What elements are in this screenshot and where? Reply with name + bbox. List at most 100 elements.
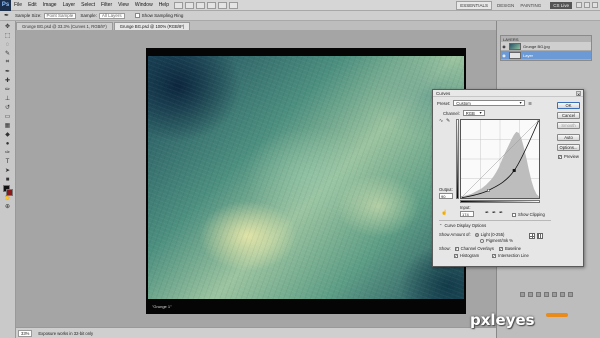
show-label: Show: xyxy=(439,246,451,251)
light-radio[interactable] xyxy=(474,232,479,237)
history-brush-tool-icon[interactable]: ↺ xyxy=(3,104,13,111)
arrange-documents-button[interactable] xyxy=(217,1,227,9)
brush-tool-icon[interactable]: ✏ xyxy=(3,86,13,93)
eraser-tool-icon[interactable]: ▭ xyxy=(3,113,13,120)
blur-tool-icon[interactable]: ◆ xyxy=(3,131,13,138)
target-adjustment-hand-icon[interactable]: ☝ xyxy=(441,211,447,216)
crop-tool-icon[interactable]: ⌗ xyxy=(3,59,13,66)
clone-stamp-tool-icon[interactable]: ⊥ xyxy=(3,95,13,102)
trash-icon[interactable] xyxy=(568,292,573,297)
menu-view[interactable]: View xyxy=(115,2,132,8)
minibridge-button[interactable] xyxy=(184,1,194,9)
options-button[interactable]: Options... xyxy=(557,144,580,151)
visibility-eye-icon[interactable]: ◉ xyxy=(501,53,507,58)
close-icon[interactable]: ✕ xyxy=(576,91,581,97)
dodge-tool-icon[interactable]: ● xyxy=(3,140,13,147)
curves-graph[interactable] xyxy=(459,118,541,200)
detailed-grid-icon[interactable] xyxy=(537,233,543,239)
cs-live-button[interactable]: CS Live xyxy=(550,1,572,9)
new-layer-icon[interactable] xyxy=(560,292,565,297)
pen-tool-icon[interactable]: ✑ xyxy=(3,149,13,156)
sample-size-select[interactable]: Point Sample xyxy=(43,12,77,19)
adjustment-layer-icon[interactable] xyxy=(544,292,549,297)
ok-button[interactable]: OK xyxy=(557,102,580,109)
menu-help[interactable]: Help xyxy=(156,2,172,8)
menu-image[interactable]: Image xyxy=(40,2,60,8)
preview-checkbox[interactable]: ✓ xyxy=(558,154,562,159)
workspace-switcher[interactable]: ESSENTIALS xyxy=(456,0,493,10)
marquee-tool-icon[interactable]: ⬚ xyxy=(3,32,13,39)
white-point-eyedropper-icon[interactable]: ✒ xyxy=(499,211,504,216)
channel-select[interactable]: RGB ▼ xyxy=(462,110,485,116)
workspace-painting[interactable]: PAINTING xyxy=(517,3,544,8)
preview-label: Preview xyxy=(564,154,579,159)
document-canvas[interactable]: "Grunge 1" xyxy=(146,48,466,314)
input-field[interactable]: 174 xyxy=(460,211,474,217)
input-label: Input: xyxy=(460,205,471,210)
move-tool-icon[interactable]: ✥ xyxy=(3,23,13,30)
healing-brush-tool-icon[interactable]: ✚ xyxy=(3,77,13,84)
eyedropper-tool-icon[interactable]: ✒ xyxy=(3,68,13,75)
doc-tab-curves[interactable]: Grunge BG.psd @ 33.3% (Curves 1, RGB/8*) xyxy=(16,22,113,30)
new-group-icon[interactable] xyxy=(552,292,557,297)
menu-select[interactable]: Select xyxy=(78,2,98,8)
pigment-radio[interactable] xyxy=(480,238,484,243)
doc-tab-active[interactable]: Grunge BG.psd @ 100% (RGB/8*) xyxy=(113,22,191,30)
zoom-tool-icon[interactable]: ⊕ xyxy=(3,203,13,210)
layer-row-grunge[interactable]: ◉ Grunge BG.jpg xyxy=(501,42,591,51)
layer-row-selected[interactable]: ◉ Layer xyxy=(501,51,591,60)
lasso-tool-icon[interactable]: ◌ xyxy=(3,41,13,48)
menu-window[interactable]: Window xyxy=(132,2,156,8)
edit-points-curve-icon[interactable]: ∿ xyxy=(439,119,444,124)
show-sampling-ring-checkbox[interactable] xyxy=(134,13,140,18)
preset-select[interactable]: Custom ▼ xyxy=(453,100,526,106)
bridge-button[interactable] xyxy=(173,1,183,9)
sample-layers-select[interactable]: All Layers xyxy=(98,12,125,19)
curves-dialog-title[interactable]: Curves xyxy=(433,90,583,97)
zoom-level-field[interactable]: 33% xyxy=(18,329,33,337)
auto-button[interactable]: Auto xyxy=(557,134,580,141)
intersection-line-checkbox[interactable]: ✓ xyxy=(492,253,497,258)
zoom-level-button[interactable] xyxy=(206,1,216,9)
minimize-button[interactable] xyxy=(576,2,582,8)
workspace-design[interactable]: DESIGN xyxy=(494,3,517,8)
type-tool-icon[interactable]: T xyxy=(3,158,13,165)
status-info: Exposure works in 32-bit only xyxy=(38,330,94,336)
curve-control-point xyxy=(459,196,463,200)
close-window-button[interactable] xyxy=(592,2,598,8)
output-label: Output: xyxy=(439,187,453,192)
histogram-checkbox[interactable]: ✓ xyxy=(454,253,458,258)
show-clipping-checkbox[interactable] xyxy=(512,212,516,217)
input-gradient-bar xyxy=(460,200,540,203)
background-color-swatch[interactable] xyxy=(6,189,13,196)
maximize-button[interactable] xyxy=(584,2,590,8)
gray-point-eyedropper-icon[interactable]: ✒ xyxy=(492,211,497,216)
preset-value: Custom xyxy=(456,100,471,106)
view-extras-button[interactable] xyxy=(195,1,205,9)
channel-overlays-checkbox[interactable]: ✓ xyxy=(454,246,459,251)
chevron-up-icon[interactable]: ⌃ xyxy=(439,223,443,228)
draw-pencil-icon[interactable]: ✎ xyxy=(446,119,451,124)
menu-filter[interactable]: Filter xyxy=(98,2,115,8)
baseline-checkbox[interactable]: ✓ xyxy=(498,246,503,251)
visibility-eye-icon[interactable]: ◉ xyxy=(501,44,507,49)
layer-mask-icon[interactable] xyxy=(536,292,541,297)
menu-edit[interactable]: Edit xyxy=(25,2,40,8)
link-layers-icon[interactable] xyxy=(520,292,525,297)
shape-tool-icon[interactable]: ■ xyxy=(3,176,13,183)
menu-file[interactable]: File xyxy=(11,2,25,8)
output-field[interactable]: 90 xyxy=(439,193,453,199)
eyedropper-tool-icon[interactable]: ✒ xyxy=(4,12,9,19)
gradient-tool-icon[interactable]: ▦ xyxy=(3,122,13,129)
preset-options-icon[interactable]: ☰ xyxy=(528,101,532,106)
black-point-eyedropper-icon[interactable]: ✒ xyxy=(485,211,490,216)
screen-mode-button[interactable] xyxy=(228,1,238,9)
grunge-texture-image xyxy=(148,56,464,299)
simple-grid-icon[interactable] xyxy=(529,233,535,239)
layer-style-icon[interactable] xyxy=(528,292,533,297)
path-select-tool-icon[interactable]: ➤ xyxy=(3,167,13,174)
smooth-button[interactable]: Smooth xyxy=(557,122,580,129)
menu-layer[interactable]: Layer xyxy=(60,2,79,8)
cancel-button[interactable]: Cancel xyxy=(557,112,580,119)
quick-select-tool-icon[interactable]: ✎ xyxy=(3,50,13,57)
